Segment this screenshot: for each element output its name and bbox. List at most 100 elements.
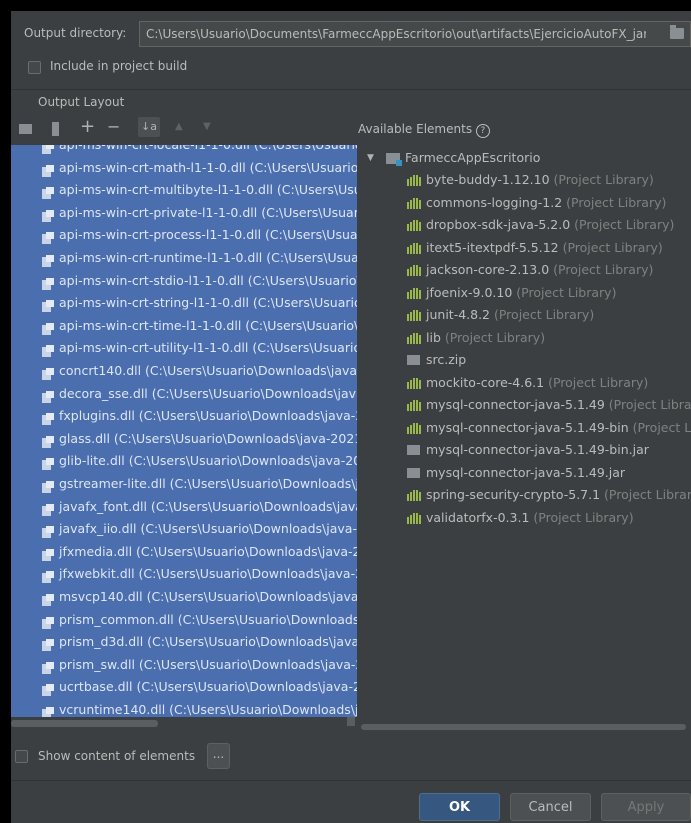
- library-icon: [407, 490, 421, 501]
- layout-list-item[interactable]: api-ms-win-crt-string-l1-1-0.dll (C:\Use…: [11, 292, 357, 314]
- library-icon: [407, 197, 421, 209]
- library-icon: [407, 242, 421, 254]
- dll-file-icon: [42, 501, 54, 516]
- layout-item-label: glib-lite.dll (C:\Users\Usuario\Download…: [59, 453, 357, 469]
- available-element-name: mysql-connector-java-5.1.49-bin: [426, 419, 629, 435]
- available-elements-panel: Available Elements ? ▼ FarmeccAppEscrito…: [357, 121, 691, 733]
- layout-list-item[interactable]: api-ms-win-crt-time-l1-1-0.dll (C:\Users…: [11, 315, 357, 337]
- layout-list-item[interactable]: api-ms-win-crt-stdio-l1-1-0.dll (C:\User…: [11, 270, 357, 292]
- layout-list-item[interactable]: concrt140.dll (C:\Users\Usuario\Download…: [11, 360, 357, 382]
- layout-item-label: jfxwebkit.dll (C:\Users\Usuario\Download…: [59, 566, 357, 582]
- cancel-button[interactable]: Cancel: [510, 793, 591, 821]
- layout-list-item[interactable]: jfxmedia.dll (C:\Users\Usuario\Downloads…: [11, 541, 357, 563]
- layout-item-label: api-ms-win-crt-utility-l1-1-0.dll (C:\Us…: [59, 340, 357, 356]
- available-element-suffix: (Project Library): [570, 217, 675, 232]
- layout-list-item[interactable]: api-ms-win-crt-multibyte-l1-1-0.dll (C:\…: [11, 179, 357, 201]
- available-element-name: mockito-core-4.6.1: [426, 374, 545, 390]
- dll-file-icon: [42, 704, 54, 717]
- artifact-settings-dialog: Output directory: Include in project bui…: [11, 11, 691, 823]
- layout-item-label: api-ms-win-crt-locale-l1-1-0.dll (C:\Use…: [59, 145, 357, 156]
- available-element-name: itext5-itextpdf-5.5.12: [426, 239, 559, 255]
- remove-icon[interactable]: −: [107, 119, 120, 135]
- layout-list-item[interactable]: prism_sw.dll (C:\Users\Usuario\Downloads…: [11, 654, 357, 676]
- output-directory-row: Output directory:: [11, 11, 691, 51]
- move-up-icon[interactable]: ▲: [175, 119, 183, 135]
- output-layout-tree[interactable]: api-ms-win-crt-locale-l1-1-0.dll (C:\Use…: [11, 145, 357, 717]
- layout-list-item[interactable]: api-ms-win-crt-process-l1-1-0.dll (C:\Us…: [11, 224, 357, 246]
- ok-button[interactable]: OK: [419, 793, 500, 821]
- show-content-checkbox[interactable]: [15, 750, 28, 763]
- layout-list-item[interactable]: prism_common.dll (C:\Users\Usuario\Downl…: [11, 609, 357, 631]
- library-icon: [407, 265, 421, 276]
- layout-list-item[interactable]: gstreamer-lite.dll (C:\Users\Usuario\Dow…: [11, 473, 357, 495]
- layout-list-item[interactable]: api-ms-win-crt-runtime-l1-1-0.dll (C:\Us…: [11, 247, 357, 269]
- available-element-name: validatorfx-0.3.1: [426, 509, 530, 525]
- available-horizontal-scrollbar[interactable]: [357, 722, 691, 731]
- output-directory-input[interactable]: [146, 25, 646, 43]
- layout-list-item[interactable]: api-ms-win-crt-locale-l1-1-0.dll (C:\Use…: [11, 145, 357, 156]
- dll-file-icon: [42, 681, 54, 697]
- layout-list-item[interactable]: javafx_font.dll (C:\Users\Usuario\Downlo…: [11, 496, 357, 518]
- layout-list-item[interactable]: javafx_iio.dll (C:\Users\Usuario\Downloa…: [11, 518, 357, 540]
- apply-button[interactable]: Apply: [601, 793, 691, 821]
- layout-list-item[interactable]: decora_sse.dll (C:\Users\Usuario\Downloa…: [11, 383, 357, 405]
- dll-file-icon: [42, 297, 54, 313]
- available-element-suffix: (Project Library): [558, 239, 663, 255]
- folder-icon: [407, 467, 420, 478]
- add-archive-icon[interactable]: [52, 122, 59, 136]
- include-build-label: Include in project build: [50, 59, 188, 73]
- layout-item-label: ucrtbase.dll (C:\Users\Usuario\Downloads…: [59, 679, 357, 695]
- dll-file-icon: [42, 455, 54, 471]
- scrollbar-thumb[interactable]: [361, 724, 686, 730]
- layout-list-item[interactable]: glass.dll (C:\Users\Usuario\Downloads\ja…: [11, 428, 357, 450]
- library-icon: [407, 287, 421, 299]
- dll-file-icon: [42, 145, 54, 154]
- output-directory-field[interactable]: [139, 21, 691, 47]
- layout-item-label: api-ms-win-crt-time-l1-1-0.dll (C:\Users…: [59, 317, 357, 333]
- layout-list-item[interactable]: ucrtbase.dll (C:\Users\Usuario\Downloads…: [11, 676, 357, 698]
- dll-file-icon: [42, 365, 54, 380]
- dll-file-icon: [42, 659, 54, 674]
- available-element-suffix: (Project Library): [490, 307, 595, 322]
- layout-item-label: gstreamer-lite.dll (C:\Users\Usuario\Dow…: [59, 476, 357, 491]
- library-icon: [407, 175, 421, 186]
- sort-icon[interactable]: ↓a: [138, 117, 160, 137]
- available-element-name: mysql-connector-java-5.1.49-bin.jar: [426, 442, 649, 457]
- layout-horizontal-scrollbar[interactable]: [11, 717, 357, 731]
- layout-list-item[interactable]: vcruntime140.dll (C:\Users\Usuario\Downl…: [11, 699, 357, 717]
- layout-list-item[interactable]: api-ms-win-crt-private-l1-1-0.dll (C:\Us…: [11, 202, 357, 224]
- layout-list-item[interactable]: fxplugins.dll (C:\Users\Usuario\Download…: [11, 405, 357, 427]
- layout-list-item[interactable]: prism_d3d.dll (C:\Users\Usuario\Download…: [11, 631, 357, 653]
- layout-list-item[interactable]: jfxwebkit.dll (C:\Users\Usuario\Download…: [11, 563, 357, 585]
- help-icon[interactable]: ?: [475, 124, 490, 138]
- layout-vertical-scrollbar[interactable]: [347, 717, 355, 726]
- browse-folder-icon[interactable]: [670, 25, 684, 39]
- layout-list-item[interactable]: api-ms-win-crt-utility-l1-1-0.dll (C:\Us…: [11, 337, 357, 359]
- add-icon[interactable]: +: [80, 118, 95, 136]
- layout-list-item[interactable]: msvcp140.dll (C:\Users\Usuario\Downloads…: [11, 586, 357, 608]
- add-directory-icon[interactable]: [19, 124, 32, 134]
- available-element-suffix: (Project Library): [529, 509, 634, 525]
- available-element-name: src.zip: [426, 352, 467, 367]
- available-element-suffix: (Project Library): [544, 374, 649, 390]
- scrollbar-thumb[interactable]: [11, 720, 158, 727]
- dll-file-icon: [42, 546, 54, 561]
- layout-item-label: fxplugins.dll (C:\Users\Usuario\Download…: [59, 408, 357, 424]
- available-elements-title-text: Available Elements: [358, 122, 473, 136]
- available-element-name: jackson-core-2.13.0: [426, 262, 550, 277]
- available-element-name: mysql-connector-java-5.1.49: [426, 397, 605, 412]
- available-element-suffix: (Project Lib: [632, 419, 691, 435]
- include-build-checkbox[interactable]: [28, 61, 41, 74]
- layout-list-item[interactable]: glib-lite.dll (C:\Users\Usuario\Download…: [11, 450, 357, 472]
- available-element-name: lib: [426, 329, 441, 345]
- dll-file-icon: [42, 636, 54, 652]
- layout-list-item[interactable]: api-ms-win-crt-math-l1-1-0.dll (C:\Users…: [11, 157, 357, 179]
- chevron-down-icon[interactable]: ▼: [367, 147, 374, 169]
- available-element-name: mysql-connector-java-5.1.49.jar: [426, 464, 626, 480]
- library-icon: [407, 310, 421, 321]
- show-content-options-button[interactable]: ...: [207, 743, 230, 769]
- move-down-icon[interactable]: ▼: [203, 119, 211, 135]
- layout-item-label: prism_sw.dll (C:\Users\Usuario\Downloads…: [59, 656, 357, 672]
- layout-item-label: msvcp140.dll (C:\Users\Usuario\Downloads…: [59, 589, 357, 604]
- show-content-label: Show content of elements: [38, 749, 196, 763]
